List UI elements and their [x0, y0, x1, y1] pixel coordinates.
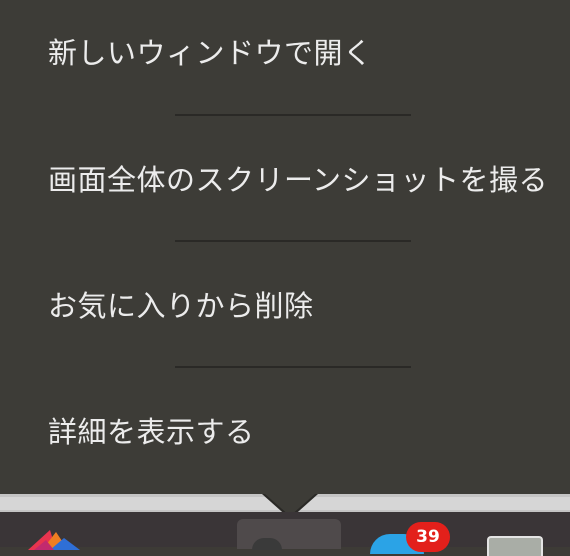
menu-item-show-details[interactable]: 詳細を表示する [48, 412, 255, 452]
notification-badge: 39 [406, 522, 450, 552]
file-app-icon[interactable] [487, 536, 543, 556]
menu-separator [175, 114, 411, 116]
menu-separator [175, 366, 411, 368]
menu-item-remove-favorite[interactable]: お気に入りから削除 [48, 286, 314, 326]
dock-app-icon [252, 538, 282, 550]
menu-separator [175, 240, 411, 242]
context-menu: 新しいウィンドウで開く 画面全体のスクリーンショットを撮る お気に入りから削除 … [0, 0, 570, 494]
menu-item-open-new-window[interactable]: 新しいウィンドウで開く [48, 33, 373, 73]
menu-item-full-screenshot[interactable]: 画面全体のスクリーンショットを撮る [48, 160, 548, 200]
